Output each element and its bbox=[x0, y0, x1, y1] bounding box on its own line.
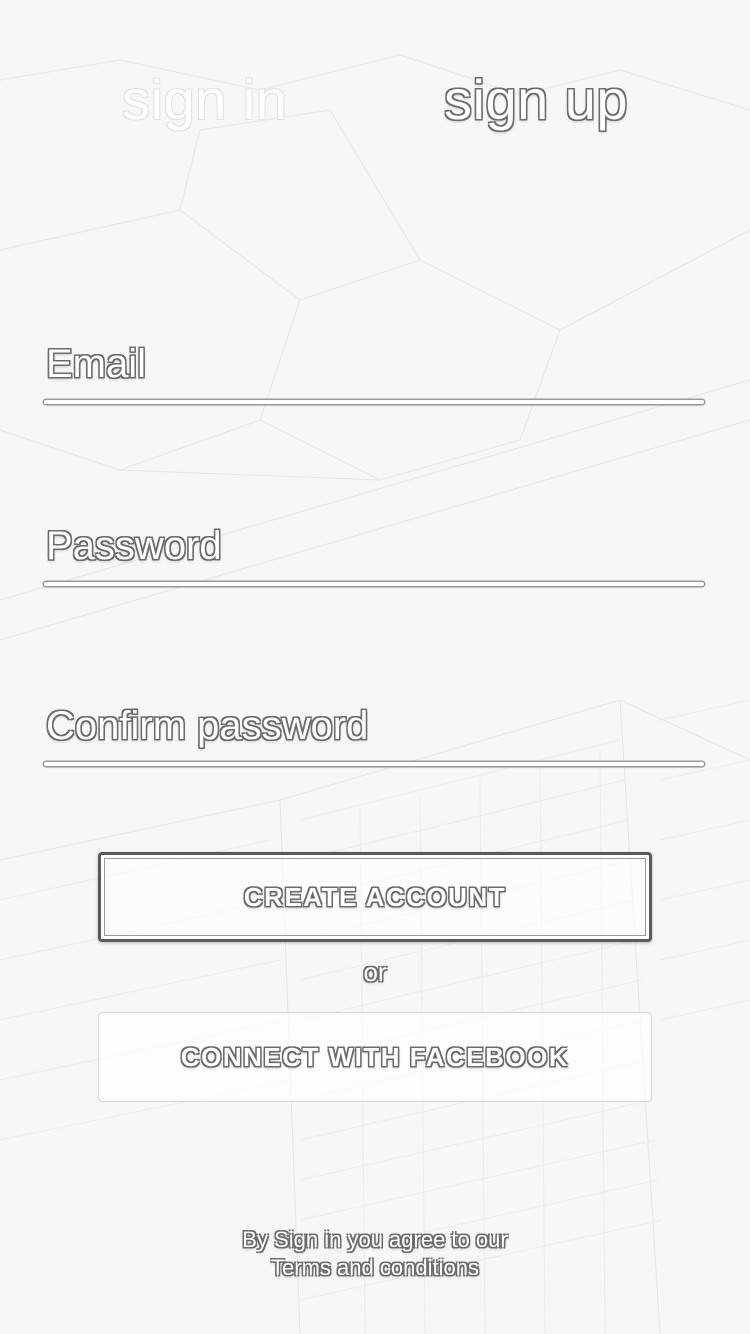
tab-sign-up[interactable]: sign up bbox=[444, 62, 628, 138]
email-label: Email bbox=[46, 342, 147, 386]
password-label: Password bbox=[46, 524, 222, 568]
confirm-password-underline bbox=[44, 762, 704, 766]
sign-up-screen: sign in sign up Email Password Confirm p… bbox=[0, 0, 750, 1334]
confirm-password-input[interactable] bbox=[44, 750, 704, 760]
confirm-password-field[interactable]: Confirm password bbox=[44, 702, 704, 766]
terms-link[interactable]: Terms and conditions bbox=[0, 1254, 750, 1282]
email-input[interactable] bbox=[44, 388, 704, 398]
connect-facebook-button[interactable]: CONNECT WITH FACEBOOK bbox=[98, 1012, 652, 1102]
email-underline bbox=[44, 400, 704, 404]
password-input[interactable] bbox=[44, 570, 704, 580]
email-field[interactable]: Email bbox=[44, 340, 704, 404]
password-field[interactable]: Password bbox=[44, 522, 704, 586]
confirm-password-label: Confirm password bbox=[46, 704, 369, 748]
terms-agree-text: By Sign in you agree to our bbox=[242, 1227, 508, 1252]
password-underline bbox=[44, 582, 704, 586]
tab-sign-in[interactable]: sign in bbox=[122, 62, 287, 138]
auth-tabs: sign in sign up bbox=[0, 62, 750, 142]
terms-notice: By Sign in you agree to our Terms and co… bbox=[0, 1226, 750, 1282]
or-separator: or bbox=[363, 957, 387, 987]
create-account-button[interactable]: CREATE ACCOUNT bbox=[98, 852, 652, 942]
